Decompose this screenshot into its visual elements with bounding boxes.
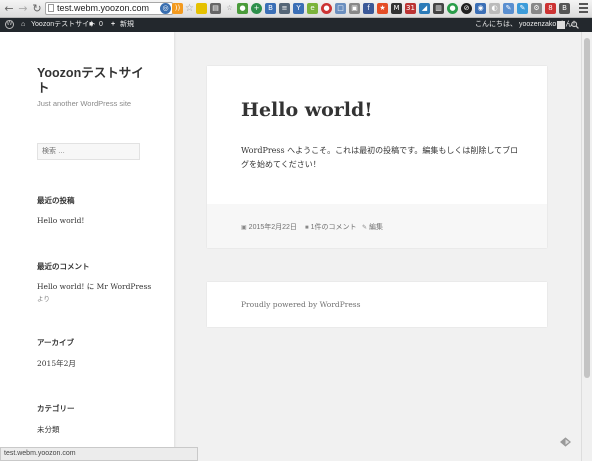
scrollbar-thumb[interactable] bbox=[584, 38, 590, 378]
rss-icon[interactable]: )) bbox=[172, 3, 183, 14]
extension-icon[interactable]: ⚙ bbox=[531, 3, 542, 14]
plus-icon[interactable]: + bbox=[111, 18, 115, 32]
extension-icon[interactable]: ● bbox=[237, 3, 248, 14]
extension-icon[interactable]: B bbox=[265, 3, 276, 14]
browser-toolbar: ← → ↻ test.webm.yoozon.com ◎ )) ☆ ▤ ☆ ● … bbox=[0, 0, 592, 18]
extension-icon[interactable]: ≡ bbox=[279, 3, 290, 14]
post-title[interactable]: Hello world! bbox=[241, 99, 373, 121]
categories-title: カテゴリー bbox=[37, 404, 75, 413]
recent-post-link[interactable]: Hello world! bbox=[37, 216, 84, 225]
extension-icon[interactable] bbox=[560, 437, 571, 447]
extension-icon[interactable]: ● bbox=[321, 3, 332, 14]
extension-icon[interactable]: ▤ bbox=[210, 3, 221, 14]
admin-bar-comments-count[interactable]: 0 bbox=[99, 18, 103, 32]
post-edit-text: 編集 bbox=[369, 224, 384, 231]
post-date[interactable]: ▣ 2015年2月22日 bbox=[241, 222, 297, 232]
search-input[interactable]: 検索 … bbox=[37, 143, 140, 160]
recent-comment-suffix: より bbox=[37, 296, 50, 303]
recent-posts-title: 最近の投稿 bbox=[37, 196, 75, 205]
extension-icon[interactable]: M bbox=[391, 3, 402, 14]
post-comments-text: 1件のコメント bbox=[310, 224, 357, 231]
extension-icon[interactable]: B bbox=[559, 3, 570, 14]
recent-comment-link[interactable]: Hello world! に Mr WordPress bbox=[37, 281, 151, 292]
comment-icon[interactable]: ■ bbox=[89, 18, 93, 32]
admin-bar-site-name[interactable]: Yoozonテストサイト bbox=[31, 18, 96, 32]
extension-icon[interactable]: ◉ bbox=[475, 3, 486, 14]
extension-icon[interactable]: ◢ bbox=[419, 3, 430, 14]
avatar[interactable] bbox=[557, 21, 565, 29]
post-edit-link[interactable]: ✎ 編集 bbox=[362, 222, 383, 232]
calendar-icon[interactable]: 31 bbox=[405, 3, 416, 14]
extension-icon[interactable]: Y bbox=[293, 3, 304, 14]
extension-icon[interactable]: ★ bbox=[377, 3, 388, 14]
compass-icon[interactable]: ◎ bbox=[160, 3, 171, 14]
extension-icon[interactable]: ● bbox=[447, 3, 458, 14]
admin-bar-new[interactable]: 新規 bbox=[120, 18, 134, 32]
extension-icon[interactable] bbox=[196, 3, 207, 14]
url-text: test.webm.yoozon.com bbox=[57, 3, 150, 13]
extension-icon[interactable]: ⊘ bbox=[461, 3, 472, 14]
extension-icon[interactable]: 8 bbox=[545, 3, 556, 14]
status-bar-url: test.webm.yoozon.com bbox=[0, 447, 198, 461]
facebook-icon[interactable]: f bbox=[363, 3, 374, 14]
extension-icon[interactable]: ◐ bbox=[489, 3, 500, 14]
forward-arrow-icon[interactable]: → bbox=[17, 2, 29, 15]
site-title[interactable]: Yoozonテストサイト bbox=[37, 66, 147, 96]
extension-icon[interactable]: □ bbox=[335, 3, 346, 14]
calendar-icon: ▣ bbox=[241, 225, 247, 231]
reload-icon[interactable]: ↻ bbox=[31, 2, 43, 15]
archives-title: アーカイブ bbox=[37, 338, 75, 347]
category-link[interactable]: 未分類 bbox=[37, 424, 60, 435]
search-icon[interactable] bbox=[571, 21, 579, 29]
extension-icon[interactable]: ▥ bbox=[433, 3, 444, 14]
post-date-text: 2015年2月22日 bbox=[248, 224, 297, 231]
address-bar[interactable]: test.webm.yoozon.com bbox=[45, 2, 173, 15]
extension-icon[interactable]: ✎ bbox=[503, 3, 514, 14]
home-icon: ⌂ bbox=[21, 21, 26, 28]
recent-comments-title: 最近のコメント bbox=[37, 262, 90, 271]
sidebar bbox=[0, 32, 174, 461]
plus-circle-icon[interactable]: + bbox=[251, 3, 262, 14]
wp-admin-bar: W ⌂ Yoozonテストサイト ■ 0 + 新規 こんにちは、 yoozenz… bbox=[0, 18, 592, 32]
extension-icon[interactable]: e bbox=[307, 3, 318, 14]
extension-icon[interactable]: ▣ bbox=[349, 3, 360, 14]
extension-icon[interactable]: ✎ bbox=[517, 3, 528, 14]
page-icon bbox=[48, 4, 54, 12]
archive-link[interactable]: 2015年2月 bbox=[37, 358, 76, 369]
extension-icon[interactable]: ☆ bbox=[224, 3, 235, 14]
menu-icon[interactable] bbox=[579, 3, 588, 13]
back-arrow-icon[interactable]: ← bbox=[3, 2, 15, 15]
post-content: WordPress へようこそ。これは最初の投稿です。編集もしくは削除してブログ… bbox=[241, 146, 519, 169]
pencil-icon: ✎ bbox=[362, 225, 368, 231]
comment-icon: ■ bbox=[305, 225, 309, 231]
star-icon[interactable]: ☆ bbox=[184, 3, 195, 14]
footer-credit-link[interactable]: Proudly powered by WordPress bbox=[241, 300, 360, 309]
post-comments-link[interactable]: ■ 1件のコメント bbox=[305, 222, 357, 232]
wordpress-logo-icon[interactable]: W bbox=[5, 20, 14, 29]
scrollbar[interactable] bbox=[581, 32, 592, 461]
site-description: Just another WordPress site bbox=[37, 99, 132, 108]
